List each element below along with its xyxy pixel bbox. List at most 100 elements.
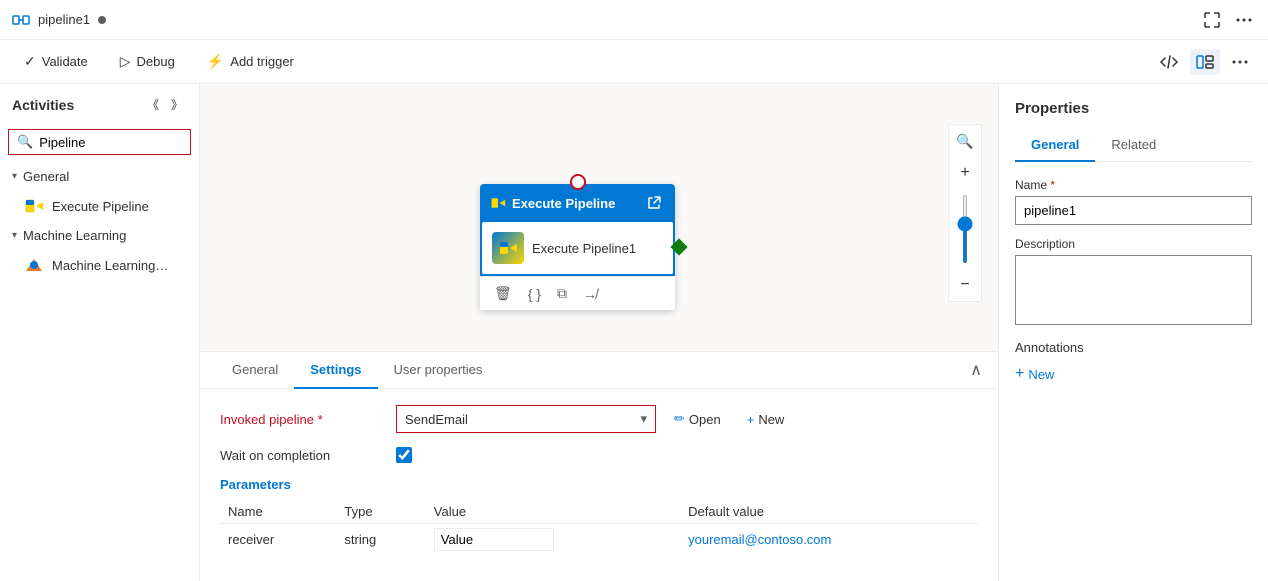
tab-settings[interactable]: Settings xyxy=(294,352,377,389)
collapse-sidebar-button[interactable]: 《 xyxy=(143,92,163,117)
trigger-icon: ⚡ xyxy=(207,53,224,70)
node-label: Execute Pipeline1 xyxy=(532,241,636,256)
add-annotation-button[interactable]: + New xyxy=(1015,363,1054,385)
pipeline-title: pipeline1 xyxy=(38,12,90,27)
invoked-pipeline-row: Invoked pipeline * SendEmail ▾ ✏ Open xyxy=(220,405,978,433)
search-input[interactable] xyxy=(39,135,182,150)
code-button[interactable] xyxy=(1156,49,1182,75)
parameters-section: Parameters Name Type Value Default value xyxy=(220,477,978,555)
debug-button[interactable]: ▷ Debug xyxy=(112,49,183,74)
wait-completion-row: Wait on completion xyxy=(220,447,978,463)
wait-completion-checkbox[interactable] xyxy=(396,447,412,463)
open-pipeline-button[interactable]: ✏ Open xyxy=(666,406,729,432)
select-arrow-icon: ▾ xyxy=(640,411,647,427)
param-row: receiver string youremail@contoso.com xyxy=(220,524,978,556)
top-bar-right xyxy=(1200,8,1256,32)
param-value-input[interactable] xyxy=(434,528,554,551)
main-layout: Activities 《 》 🔍 ▾ General Execute Pipel… xyxy=(0,84,1268,581)
add-trigger-button[interactable]: ⚡ Add trigger xyxy=(199,49,302,74)
node-code-button[interactable]: { } xyxy=(526,284,543,304)
props-tab-related[interactable]: Related xyxy=(1095,129,1172,162)
top-bar-left: pipeline1 xyxy=(12,11,106,29)
zoom-out-button[interactable]: − xyxy=(949,269,981,301)
props-tab-general[interactable]: General xyxy=(1015,129,1095,162)
param-value-cell xyxy=(426,524,680,556)
col-default: Default value xyxy=(680,500,978,524)
node-open-button[interactable] xyxy=(643,192,665,214)
sidebar-controls: 《 》 xyxy=(143,92,187,117)
debug-icon: ▷ xyxy=(120,53,131,70)
node-body: Execute Pipeline1 xyxy=(482,222,673,274)
props-description-label: Description xyxy=(1015,237,1252,251)
node-right-connector xyxy=(671,239,688,256)
param-type: string xyxy=(336,524,425,556)
node-delete-button[interactable]: 🗑 xyxy=(492,283,514,304)
node-arrow-button[interactable]: ↛ xyxy=(581,284,599,304)
plus-annotation-icon: + xyxy=(1015,365,1024,383)
name-required: * xyxy=(1050,178,1055,192)
validate-button[interactable]: ✓ Validate xyxy=(16,49,96,74)
node-icon xyxy=(492,232,524,264)
section-general[interactable]: ▾ General xyxy=(0,163,199,190)
search-icon: 🔍 xyxy=(17,134,33,150)
zoom-slider-container xyxy=(949,189,981,269)
node-copy-button[interactable]: ⧉ xyxy=(555,283,569,304)
toolbar-more-button[interactable] xyxy=(1228,56,1252,68)
sidebar: Activities 《 》 🔍 ▾ General Execute Pipel… xyxy=(0,84,200,581)
top-bar: pipeline1 xyxy=(0,0,1268,40)
sidebar-title: Activities xyxy=(12,97,74,113)
wait-completion-label: Wait on completion xyxy=(220,448,380,463)
invoked-pipeline-label: Invoked pipeline * xyxy=(220,412,380,427)
props-name-field: Name * xyxy=(1015,178,1252,225)
activity-ml-execute[interactable]: Machine Learning Exe... ⠿ xyxy=(0,249,199,281)
node-actions: 🗑 { } ⧉ ↛ xyxy=(480,276,675,310)
toolbar: ✓ Validate ▷ Debug ⚡ Add trigger xyxy=(0,40,1268,84)
pipeline-select-wrapper: SendEmail ▾ ✏ Open + New xyxy=(396,405,792,433)
chevron-down-icon-ml: ▾ xyxy=(12,230,17,241)
tab-user-properties[interactable]: User properties xyxy=(378,352,499,389)
properties-tabs: General Related xyxy=(1015,129,1252,162)
param-default: youremail@contoso.com xyxy=(680,524,978,556)
new-pipeline-button[interactable]: + New xyxy=(739,407,793,432)
properties-panel: Properties General Related Name * Descri… xyxy=(998,84,1268,581)
invoked-pipeline-select[interactable]: SendEmail ▾ xyxy=(396,405,656,433)
zoom-search-button[interactable]: 🔍 xyxy=(949,125,981,157)
execute-pipeline-icon xyxy=(24,196,44,216)
zoom-slider[interactable] xyxy=(963,194,967,264)
ml-icon xyxy=(24,255,44,275)
chevron-down-icon: ▾ xyxy=(12,171,17,182)
view-button[interactable] xyxy=(1190,49,1220,75)
zoom-in-button[interactable]: + xyxy=(949,157,981,189)
pipeline-icon xyxy=(12,11,30,29)
edit-icon: ✏ xyxy=(674,411,685,427)
props-description-textarea[interactable] xyxy=(1015,255,1252,325)
props-description-field: Description xyxy=(1015,237,1252,328)
props-name-input[interactable] xyxy=(1015,196,1252,225)
props-name-label: Name * xyxy=(1015,178,1252,192)
bottom-panel: General Settings User properties ∧ Invok… xyxy=(200,351,998,581)
parameters-table: Name Type Value Default value receiver s… xyxy=(220,500,978,555)
activity-execute-pipeline[interactable]: Execute Pipeline ⠿ xyxy=(0,190,199,222)
col-name: Name xyxy=(220,500,336,524)
toggle-sidebar-button[interactable]: 》 xyxy=(167,92,187,117)
col-value: Value xyxy=(426,500,680,524)
bottom-tabs: General Settings User properties ∧ xyxy=(200,352,998,389)
search-box: 🔍 xyxy=(8,129,191,155)
expand-button[interactable] xyxy=(1200,8,1224,32)
collapse-bottom-button[interactable]: ∧ xyxy=(970,360,982,380)
col-type: Type xyxy=(336,500,425,524)
toolbar-right xyxy=(1156,49,1252,75)
required-marker: * xyxy=(318,412,323,427)
tab-general[interactable]: General xyxy=(216,352,294,389)
node-top-connector xyxy=(570,174,586,190)
plus-icon: + xyxy=(747,412,755,427)
props-annotations-label: Annotations xyxy=(1015,340,1252,355)
more-options-button[interactable] xyxy=(1232,14,1256,26)
validate-icon: ✓ xyxy=(24,53,36,70)
sidebar-header: Activities 《 》 xyxy=(0,84,199,125)
section-machine-learning[interactable]: ▾ Machine Learning xyxy=(0,222,199,249)
canvas-area[interactable]: Execute Pipeline Execute Pipeline xyxy=(200,84,998,351)
param-name: receiver xyxy=(220,524,336,556)
properties-title: Properties xyxy=(1015,100,1252,117)
activity-node[interactable]: Execute Pipeline Execute Pipeline xyxy=(480,184,675,310)
